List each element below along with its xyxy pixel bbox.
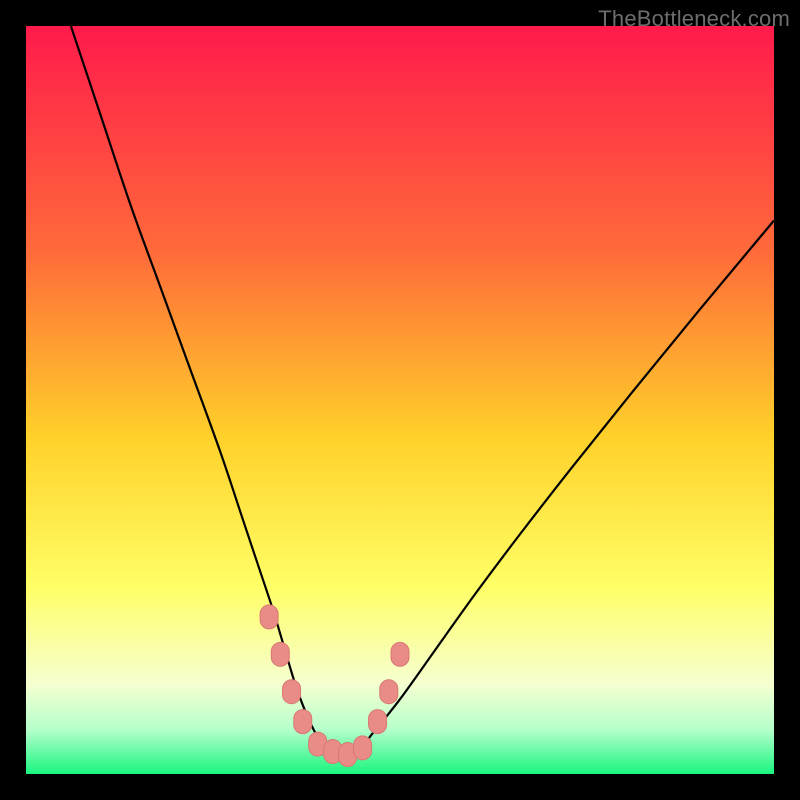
curve-marker	[260, 605, 278, 629]
curve-marker	[391, 642, 409, 666]
curve-marker	[369, 710, 387, 734]
curve-marker	[271, 642, 289, 666]
watermark-text: TheBottleneck.com	[598, 6, 790, 32]
curve-marker	[294, 710, 312, 734]
curve-marker	[380, 680, 398, 704]
chart-plot-area	[26, 26, 774, 774]
chart-frame: TheBottleneck.com	[0, 0, 800, 800]
chart-svg	[26, 26, 774, 774]
curve-marker	[354, 736, 372, 760]
curve-marker	[283, 680, 301, 704]
